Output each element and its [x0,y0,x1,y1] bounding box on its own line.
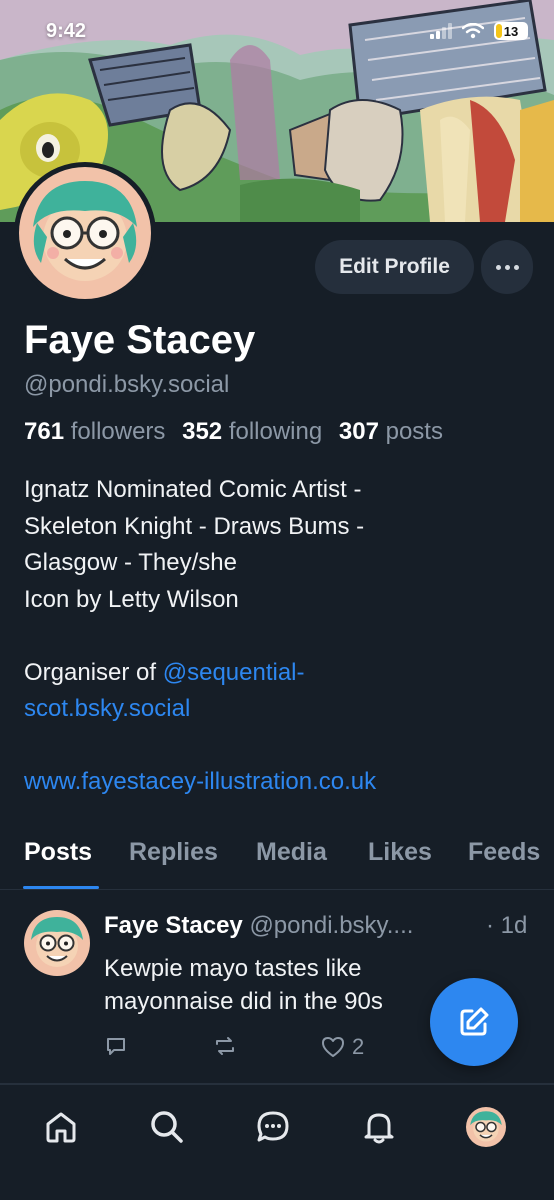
search-icon [151,1111,183,1143]
reply-icon [107,1038,125,1055]
status-icons: 13 [430,22,528,40]
compose-icon [460,1007,489,1036]
like-button[interactable]: 2 [320,1034,364,1060]
status-time: 9:42 [46,20,87,42]
like-icon [322,1037,344,1057]
more-icon [495,264,501,270]
bio-line: Icon by Letty Wilson [24,585,239,613]
mention-link-cont[interactable]: scot.bsky.social [24,691,534,728]
website-link[interactable]: www.fayestacey-illustration.co.uk [24,764,534,801]
following-link[interactable]: 352 following [182,418,322,445]
post-avatar[interactable] [24,910,90,976]
mention-link[interactable]: @sequential- [163,659,305,686]
tab-replies[interactable]: Replies [129,838,218,867]
post-header: Faye Stacey @pondi.bsky.... [104,912,534,940]
post-time: · 1d [486,912,528,939]
followers-link[interactable]: 761 followers [24,418,165,445]
profile-bio: Ignatz Nominated Comic Artist - Skeleton… [24,472,534,801]
wifi-icon [462,23,484,39]
nav-chat[interactable] [253,1107,293,1147]
tab-feeds[interactable]: Feeds [468,838,540,867]
tab-posts[interactable]: Posts [24,838,92,867]
post-handle: @pondi.bsky.... [249,912,414,939]
bell-icon [364,1113,394,1144]
bio-organiser: Organiser of @sequential- [24,658,305,686]
profile-tabs: Posts Replies Media Likes Feeds [0,834,554,890]
profile-avatar[interactable] [14,162,156,304]
chat-icon [257,1111,289,1142]
bio-line: Glasgow - They/she [24,549,237,576]
compose-button[interactable] [430,978,518,1066]
profile-handle: @pondi.bsky.social [24,371,230,398]
like-count: 2 [352,1034,365,1059]
tab-media[interactable]: Media [256,838,327,867]
bio-line: Skeleton Knight - Draws Bums - [24,512,365,540]
post-author[interactable]: Faye Stacey [104,912,243,939]
reply-button[interactable] [104,1034,128,1058]
edit-profile-button[interactable]: Edit Profile [315,240,474,294]
nav-home[interactable] [41,1107,81,1147]
signal-icon [430,23,452,39]
nav-search[interactable] [147,1107,187,1147]
posts-count: 307 posts [338,418,443,445]
nav-notifications[interactable] [359,1107,399,1147]
home-icon [46,1112,76,1143]
profile-avatar-icon [466,1107,506,1147]
tab-likes[interactable]: Likes [368,838,432,867]
bio-line: Ignatz Nominated Comic Artist - [24,476,362,503]
profile-stats: 761 followers 352 following 307 posts [24,418,443,446]
repost-button[interactable] [212,1034,238,1058]
profile-name: Faye Stacey [24,318,256,362]
post-text: Kewpie mayo tastes like mayonnaise did i… [104,955,383,1015]
nav-profile[interactable] [466,1107,506,1147]
more-options-button[interactable] [481,240,533,294]
battery-icon: 13 [494,22,528,40]
battery-level: 13 [503,23,519,39]
status-bar: 9:42 13 [0,0,554,66]
bottom-nav [0,1084,554,1200]
repost-icon [216,1037,234,1055]
